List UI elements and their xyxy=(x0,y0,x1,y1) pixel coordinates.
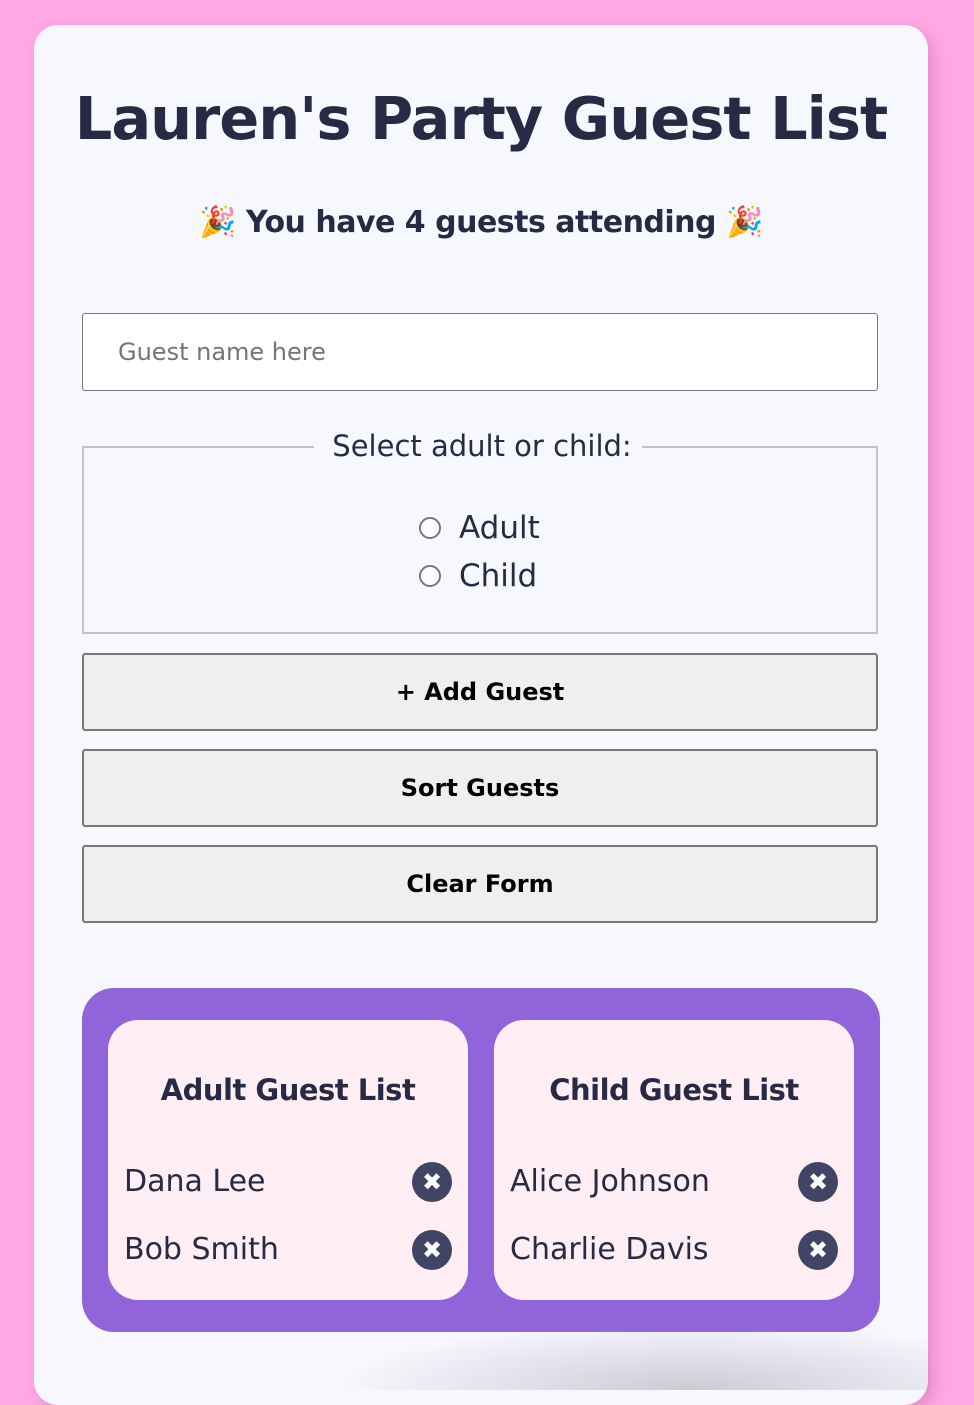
adult-radio-option[interactable]: Adult xyxy=(419,508,540,548)
adult-guest-list: Adult Guest List Dana Lee ✖ Bob Smith ✖ xyxy=(108,1020,468,1300)
guest-count-text: 🎉 You have 4 guests attending 🎉 xyxy=(199,205,763,240)
guest-list-card: Lauren's Party Guest List 🎉 You have 4 g… xyxy=(34,25,928,1405)
page-title: Lauren's Party Guest List xyxy=(74,84,888,153)
adult-radio-label: Adult xyxy=(459,510,540,546)
child-list-title: Child Guest List xyxy=(549,1073,799,1107)
guest-type-legend: Select adult or child: xyxy=(332,429,632,463)
child-guest-list: Child Guest List Alice Johnson ✖ Charlie… xyxy=(494,1020,854,1300)
guest-lists-panel: Adult Guest List Dana Lee ✖ Bob Smith ✖ … xyxy=(82,988,880,1332)
guest-name: Alice Johnson xyxy=(510,1164,710,1199)
remove-guest-icon[interactable]: ✖ xyxy=(798,1230,838,1270)
remove-guest-icon[interactable]: ✖ xyxy=(412,1162,452,1202)
list-item: Charlie Davis ✖ xyxy=(510,1228,838,1272)
child-radio-button[interactable] xyxy=(419,565,441,587)
list-item: Bob Smith ✖ xyxy=(124,1228,452,1272)
guest-name: Charlie Davis xyxy=(510,1232,709,1267)
child-radio-label: Child xyxy=(459,558,538,594)
guest-name: Dana Lee xyxy=(124,1164,266,1199)
guest-name: Bob Smith xyxy=(124,1232,279,1267)
guest-type-fieldset: Select adult or child: Adult Child xyxy=(82,429,878,634)
child-radio-option[interactable]: Child xyxy=(419,556,537,596)
clear-form-button[interactable]: Clear Form xyxy=(82,845,878,923)
adult-list-title: Adult Guest List xyxy=(160,1073,416,1107)
adult-radio-button[interactable] xyxy=(419,517,441,539)
remove-guest-icon[interactable]: ✖ xyxy=(798,1162,838,1202)
list-item: Alice Johnson ✖ xyxy=(510,1160,838,1204)
remove-guest-icon[interactable]: ✖ xyxy=(412,1230,452,1270)
guest-name-input[interactable] xyxy=(82,313,878,391)
list-item: Dana Lee ✖ xyxy=(124,1160,452,1204)
sort-guests-button[interactable]: Sort Guests xyxy=(82,749,878,827)
add-guest-button[interactable]: + Add Guest xyxy=(82,653,878,731)
